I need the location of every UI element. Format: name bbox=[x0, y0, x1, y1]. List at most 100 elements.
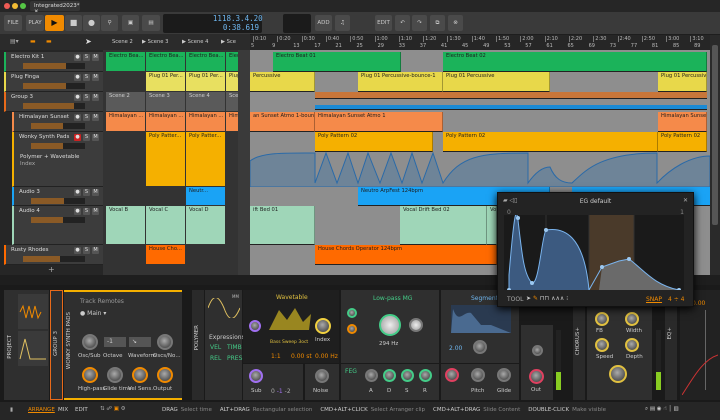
track-header[interactable]: Plug Finga ● S M bbox=[4, 72, 103, 92]
pitch-mod-knob[interactable] bbox=[445, 368, 459, 382]
clip-launcher-toggle-icon[interactable]: ▬ bbox=[30, 38, 36, 45]
arranger-toggle-icon[interactable]: ▬ bbox=[46, 38, 52, 45]
waveform-select[interactable]: ↘ bbox=[129, 337, 151, 347]
snap-value[interactable]: 4 ÷ 4 bbox=[668, 296, 684, 303]
copy-icon[interactable]: ⧉ bbox=[430, 15, 445, 31]
track-menu-icon[interactable]: ▤▾ bbox=[10, 38, 19, 45]
mute-button[interactable]: M bbox=[92, 94, 99, 101]
arrangement-clip[interactable]: ift Bed 01 bbox=[250, 206, 315, 245]
mute-button[interactable]: M bbox=[92, 74, 99, 81]
arrange-tab[interactable]: ARRANGE bbox=[28, 407, 55, 413]
track-header[interactable]: Group 3 ● S M bbox=[4, 92, 103, 112]
wavetable-3d-display[interactable] bbox=[269, 306, 311, 334]
segments-preview[interactable] bbox=[451, 305, 511, 333]
solo-button[interactable]: S bbox=[83, 94, 90, 101]
drive-knob[interactable] bbox=[347, 324, 357, 334]
solo-button[interactable]: S bbox=[83, 54, 90, 61]
piano-icon[interactable]: ♫ bbox=[335, 15, 350, 31]
arrangement-clip[interactable]: Plug 01 Percussive bbox=[658, 72, 707, 92]
arrangement-clip[interactable]: Electro Beat 01 bbox=[273, 52, 401, 72]
chorus-knob[interactable] bbox=[625, 312, 639, 326]
glide-knob[interactable] bbox=[497, 368, 511, 382]
solo-button[interactable]: S bbox=[83, 114, 90, 121]
tool-shape-icons[interactable]: ➤ ✎ ⊓⊓ ∧∧∧ ⁝ bbox=[526, 295, 568, 302]
launcher-clip[interactable]: Electro Bea... bbox=[186, 52, 225, 71]
arrangement-clip[interactable]: Poly Pattern 02 bbox=[315, 132, 433, 152]
record-arm-button[interactable]: ● bbox=[74, 189, 81, 196]
record-arm-button[interactable]: ● bbox=[74, 247, 81, 254]
track-header[interactable]: Himalayan Sunset ● S M bbox=[12, 112, 103, 132]
stop-icon[interactable]: ■ bbox=[65, 15, 82, 31]
volume-fader[interactable] bbox=[23, 83, 85, 89]
mix-knob[interactable] bbox=[609, 365, 627, 383]
volume-fader[interactable] bbox=[31, 123, 85, 129]
expr-vel[interactable]: VEL bbox=[210, 344, 221, 351]
launcher-clip[interactable]: Himalayan ... bbox=[106, 112, 145, 131]
wavetable-title[interactable]: Wavetable bbox=[276, 294, 308, 301]
arrangement-clip[interactable]: Plug 01 Percussive bbox=[443, 72, 550, 92]
solo-button[interactable]: S bbox=[83, 208, 90, 215]
launcher-clip[interactable]: Vocal D bbox=[186, 206, 225, 244]
volume-fader[interactable] bbox=[23, 63, 85, 69]
mute-button[interactable]: M bbox=[92, 189, 99, 196]
arrangement-clip[interactable]: Electro Beat 02 bbox=[443, 52, 707, 72]
launcher-clip[interactable]: Plug 01 Per... bbox=[146, 72, 185, 91]
launcher-clip[interactable]: Neutr... bbox=[186, 187, 225, 205]
automation-write-icon[interactable]: ⚲ bbox=[101, 15, 118, 31]
chorus-knob[interactable] bbox=[625, 338, 639, 352]
arrangement-clip[interactable]: Plug 01 Percussive-bounce-1 bbox=[358, 72, 443, 92]
envelope-curve-editor[interactable] bbox=[504, 215, 684, 290]
chorus-knob[interactable] bbox=[595, 312, 609, 326]
launcher-clip[interactable]: Poly Patter... bbox=[146, 132, 185, 186]
track-header[interactable]: Audio 3 ● S M bbox=[12, 187, 103, 206]
pitch-knob[interactable] bbox=[249, 320, 261, 332]
automation-lane[interactable] bbox=[250, 151, 710, 187]
arrangement-clip[interactable]: House Chords Operator 124bpm bbox=[315, 245, 497, 265]
project-tab[interactable]: Integrated2023* ✕ bbox=[30, 1, 80, 15]
settings-icon[interactable]: ⊗ bbox=[448, 15, 463, 31]
octave-select[interactable]: -1 bbox=[104, 337, 126, 347]
launcher-clip[interactable]: Electro Bea... bbox=[146, 52, 185, 71]
chorus-knob[interactable] bbox=[595, 338, 609, 352]
out-knob[interactable] bbox=[529, 369, 544, 384]
volume-fader[interactable] bbox=[31, 217, 85, 223]
remote-knob[interactable] bbox=[82, 334, 98, 350]
pointer-tool-icon[interactable]: ➤ bbox=[85, 37, 92, 46]
solo-button[interactable]: S bbox=[83, 134, 90, 141]
record-arm-button[interactable]: ● bbox=[74, 94, 81, 101]
undo-icon[interactable]: ↶ bbox=[395, 15, 410, 31]
arrangement-clip[interactable]: Poly Pattern 02 bbox=[658, 132, 707, 152]
arrangement-clip[interactable]: Poly Pattern 02 bbox=[443, 132, 658, 152]
snap-toggle[interactable]: SNAP bbox=[646, 296, 662, 303]
volume-fader[interactable] bbox=[31, 143, 85, 149]
view-toggle-icons[interactable]: ⇅ ☍ ▣ ⚙ bbox=[100, 406, 126, 412]
play-icon[interactable]: ▶ bbox=[45, 15, 64, 31]
remote-knob[interactable] bbox=[82, 367, 98, 383]
gain-value[interactable]: 0.00 bbox=[692, 300, 705, 307]
minimize-window-button[interactable] bbox=[12, 3, 18, 9]
track-name[interactable]: Group 3 bbox=[11, 94, 33, 100]
adsr-knob[interactable] bbox=[383, 369, 396, 382]
lfo-modulator[interactable] bbox=[18, 294, 48, 329]
launcher-clip[interactable]: Himalayan ... bbox=[146, 112, 185, 131]
resonance-knob[interactable] bbox=[409, 318, 423, 332]
filter-type[interactable]: Low-pass MG bbox=[373, 295, 412, 302]
remote-knob[interactable] bbox=[107, 367, 123, 383]
index-knob[interactable] bbox=[315, 318, 331, 334]
launcher-clip[interactable]: Vocal B bbox=[106, 206, 145, 244]
track-header[interactable]: Rusty Rhodes ● S M bbox=[4, 245, 103, 265]
mute-button[interactable]: M bbox=[92, 54, 99, 61]
remotes-page-select[interactable]: ● Main ▾ bbox=[80, 310, 106, 317]
track-header[interactable]: Wonky Synth Pads ● S M Polymer + Wavetable In… bbox=[12, 132, 103, 187]
track-name[interactable]: Audio 3 bbox=[19, 189, 40, 195]
mute-button[interactable]: M bbox=[92, 114, 99, 121]
arrangement-clip[interactable]: Himalayan Sunset Atmo 1 bbox=[315, 112, 443, 132]
scene-stop-column[interactable] bbox=[238, 50, 250, 275]
loop-toggle-icon[interactable] bbox=[283, 14, 311, 33]
scene-4[interactable]: Scene 4 bbox=[188, 39, 209, 45]
track-name[interactable]: Plug Finga bbox=[11, 74, 39, 80]
position-display[interactable]: 18.3.4.20 0:38.619 bbox=[222, 14, 263, 33]
solo-button[interactable]: S bbox=[83, 189, 90, 196]
cutoff-knob[interactable] bbox=[379, 314, 401, 336]
feg-label[interactable]: FEG bbox=[345, 368, 357, 375]
